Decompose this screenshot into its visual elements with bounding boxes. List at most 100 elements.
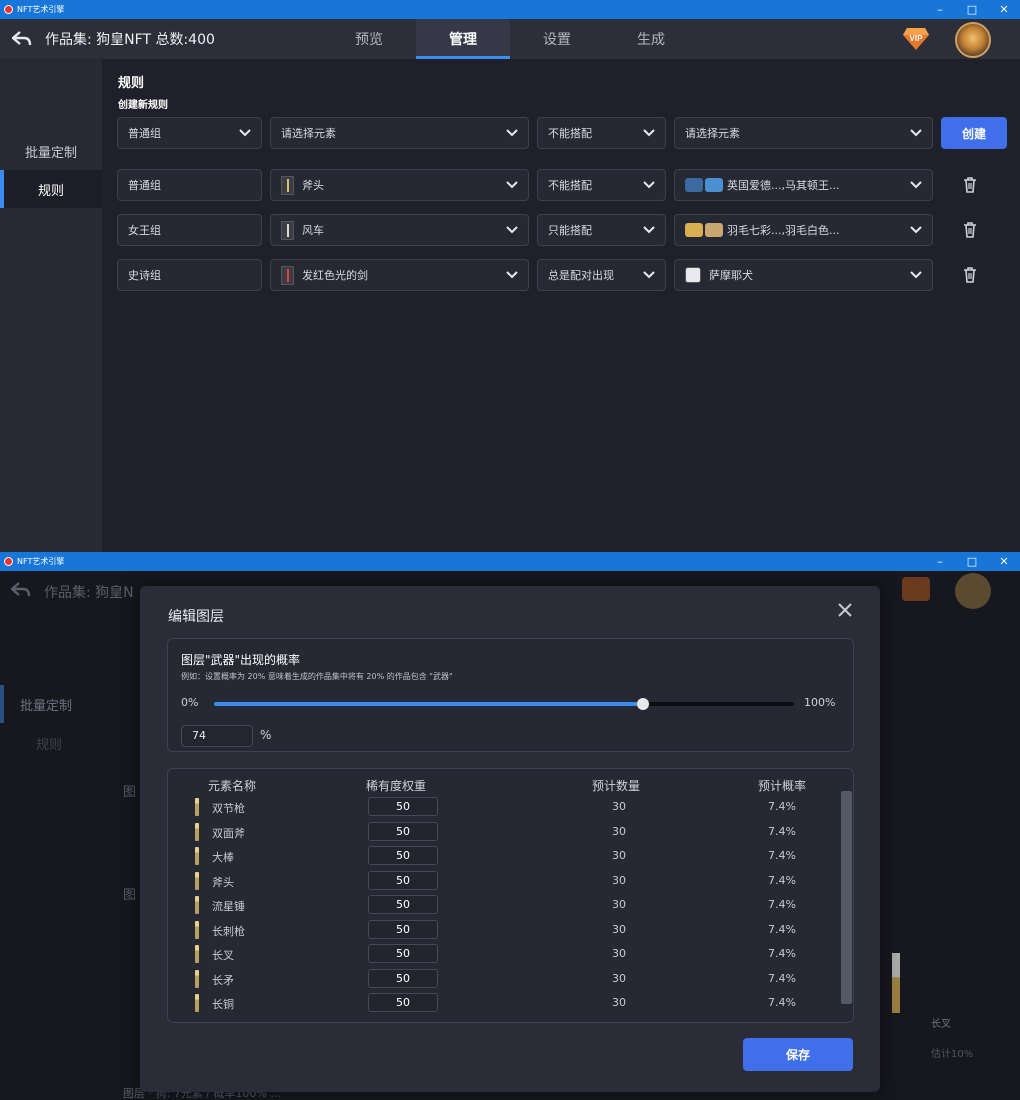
back-arrow-icon: [11, 582, 31, 597]
slider-handle[interactable]: [637, 698, 650, 710]
elements-table: 元素名称 稀有度权重 预计数量 预计概率 双节枪 50 30 7.4% 双面斧 50 30 7…: [167, 768, 854, 1023]
table-row: 长矛 50 30 7.4%: [168, 967, 828, 991]
tab-generate[interactable]: 生成: [604, 19, 698, 59]
group-select[interactable]: 普通组: [117, 117, 262, 149]
rule-group-field[interactable]: 普通组: [117, 169, 262, 201]
trash-icon[interactable]: [963, 267, 977, 283]
sidebar-item-rules[interactable]: 规则: [0, 170, 102, 208]
dialog-title: 编辑图层: [168, 609, 224, 625]
element-name: 长矛: [212, 973, 234, 987]
app-logo-icon: [4, 5, 13, 14]
trash-icon[interactable]: [963, 177, 977, 193]
rules-window: NFT艺术引擎 – □ ✕ 作品集: 狗皇NFT 总数:400 预览 管理 设置…: [0, 0, 1020, 552]
weight-input[interactable]: 50: [368, 919, 438, 939]
estimated-probability: 7.4%: [768, 996, 796, 1009]
probability-description: 例如：设置概率为 20% 意味着生成的作品集中将有 20% 的作品包含 "武器": [181, 672, 453, 681]
tab-settings[interactable]: 设置: [510, 19, 604, 59]
tab-manage[interactable]: 管理: [416, 19, 510, 59]
weight-input[interactable]: 50: [368, 895, 438, 914]
table-row: 流星锤 50 30 7.4%: [168, 893, 828, 917]
sidebar-item-batch[interactable]: 批量定制: [0, 132, 102, 170]
maximize-icon[interactable]: □: [956, 555, 988, 568]
weapon-icon: [195, 945, 199, 963]
rule-targets-select[interactable]: 羽毛七彩...,羽毛白色...: [674, 214, 933, 246]
estimated-count: 30: [612, 873, 626, 887]
slider-min-label: 0%: [181, 696, 199, 709]
element-name: 长叉: [212, 949, 234, 962]
estimated-probability: 7.4%: [768, 800, 796, 813]
col-header-name: 元素名称: [208, 779, 257, 793]
edit-layer-dialog: 编辑图层 图层"武器"出现的概率 例如：设置概率为 20% 意味着生成的作品集中…: [140, 586, 880, 1092]
red-sword-thumbnail: [281, 265, 294, 285]
weapon-icon: [195, 847, 199, 865]
tab-preview[interactable]: 预览: [322, 19, 416, 59]
relation-select[interactable]: 不能搭配: [537, 117, 666, 149]
trash-icon[interactable]: [963, 222, 977, 238]
col-header-prob: 预计概率: [758, 779, 807, 793]
rule-targets-select[interactable]: 萨摩耶犬: [674, 259, 933, 291]
estimated-count: 30: [612, 849, 626, 862]
save-button[interactable]: 保存: [743, 1038, 853, 1071]
main-tabs: 预览 管理 设置 生成: [322, 19, 698, 59]
collection-title: 作品集: 狗皇NFT 总数:400: [45, 32, 215, 48]
element-name: 双节枪: [212, 802, 245, 815]
probability-input[interactable]: 74: [181, 725, 253, 747]
minimize-icon[interactable]: –: [924, 555, 956, 568]
rule-element-select[interactable]: 发红色光的剑: [270, 259, 529, 291]
hat-thumbnails: [685, 178, 723, 192]
weight-input[interactable]: 50: [368, 870, 438, 890]
table-scrollbar[interactable]: [841, 791, 852, 1004]
weight-input[interactable]: 50: [368, 797, 438, 816]
probability-panel: 图层"武器"出现的概率 例如：设置概率为 20% 意味着生成的作品集中将有 20…: [167, 638, 854, 752]
chevron-down-icon: [239, 129, 251, 137]
estimated-count: 30: [612, 971, 626, 985]
element-name: 斧头: [212, 875, 234, 889]
minimize-icon[interactable]: –: [924, 3, 956, 16]
chevron-down-icon: [910, 226, 922, 234]
rule-targets-select[interactable]: 英国爱德...,马其顿王...: [674, 169, 933, 201]
weight-input[interactable]: 50: [368, 821, 438, 841]
back-arrow-icon[interactable]: [11, 28, 33, 50]
close-window-icon[interactable]: ✕: [988, 3, 1020, 16]
weapon-icon: [195, 896, 199, 914]
chevron-down-icon: [506, 181, 518, 189]
rule-group-field[interactable]: 女王组: [117, 214, 262, 246]
vip-badge-icon[interactable]: VIP: [902, 26, 930, 52]
sidebar-item-rules: 规则: [36, 738, 63, 753]
maximize-icon[interactable]: □: [956, 3, 988, 16]
percent-sign: %: [260, 728, 272, 742]
collection-title-dimmed: 作品集: 狗皇N: [44, 585, 134, 601]
rule-group-field[interactable]: 史诗组: [117, 259, 262, 291]
rule-relation-select[interactable]: 只能搭配: [537, 214, 666, 246]
weapon-icon: [195, 798, 199, 816]
rule-element-select[interactable]: 斧头: [270, 169, 529, 201]
table-row: 斧头 50 30 7.4%: [168, 869, 828, 893]
rule-relation-select[interactable]: 不能搭配: [537, 169, 666, 201]
weight-input[interactable]: 50: [368, 944, 438, 963]
estimated-count: 30: [612, 898, 626, 911]
rule-relation-select[interactable]: 总是配对出现: [537, 259, 666, 291]
element-name: 长铜: [212, 998, 234, 1011]
element-b-select[interactable]: 请选择元素: [674, 117, 933, 149]
close-icon[interactable]: [837, 602, 853, 618]
probability-title: 图层"武器"出现的概率: [181, 653, 301, 667]
close-window-icon[interactable]: ✕: [988, 555, 1020, 568]
element-name: 大棒: [212, 851, 234, 864]
rule-element-select[interactable]: 风车: [270, 214, 529, 246]
table-row: 长叉 50 30 7.4%: [168, 942, 828, 966]
chevron-down-icon: [910, 271, 922, 279]
weight-input[interactable]: 50: [368, 846, 438, 865]
sidebar: 批量定制 规则: [0, 59, 102, 552]
create-rule-title: 创建新规则: [118, 100, 168, 111]
probability-slider[interactable]: [214, 698, 794, 710]
weight-input[interactable]: 50: [368, 993, 438, 1012]
weight-input[interactable]: 50: [368, 968, 438, 988]
estimated-count: 30: [612, 996, 626, 1009]
chevron-down-icon: [910, 129, 922, 137]
sidebar-active-marker: [0, 685, 4, 723]
user-avatar[interactable]: [955, 22, 991, 58]
edit-layer-window: NFT艺术引擎 – □ ✕ 作品集: 狗皇N 批量定制 规则 图 图 图层 · …: [0, 552, 1020, 1100]
create-button[interactable]: 创建: [941, 117, 1007, 149]
slider-max-label: 100%: [804, 696, 836, 709]
element-a-select[interactable]: 请选择元素: [270, 117, 529, 149]
